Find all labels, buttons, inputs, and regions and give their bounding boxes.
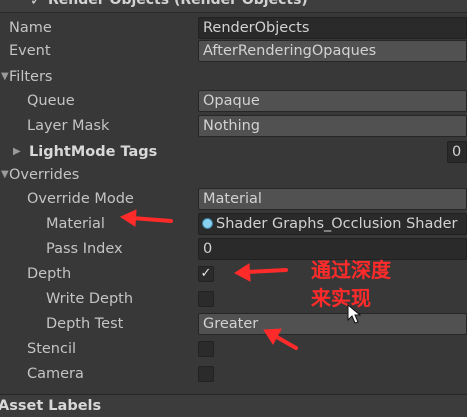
depth-arrow-icon [234,263,288,282]
mouse-cursor-icon [347,304,361,324]
annotation-text-line2: 来实现 [311,286,371,310]
annotation-arrows [119,209,298,350]
depth-test-arrow-icon [263,328,298,350]
annotation-text-line1: 通过深度 [311,258,391,282]
material-arrow-icon [119,209,173,227]
